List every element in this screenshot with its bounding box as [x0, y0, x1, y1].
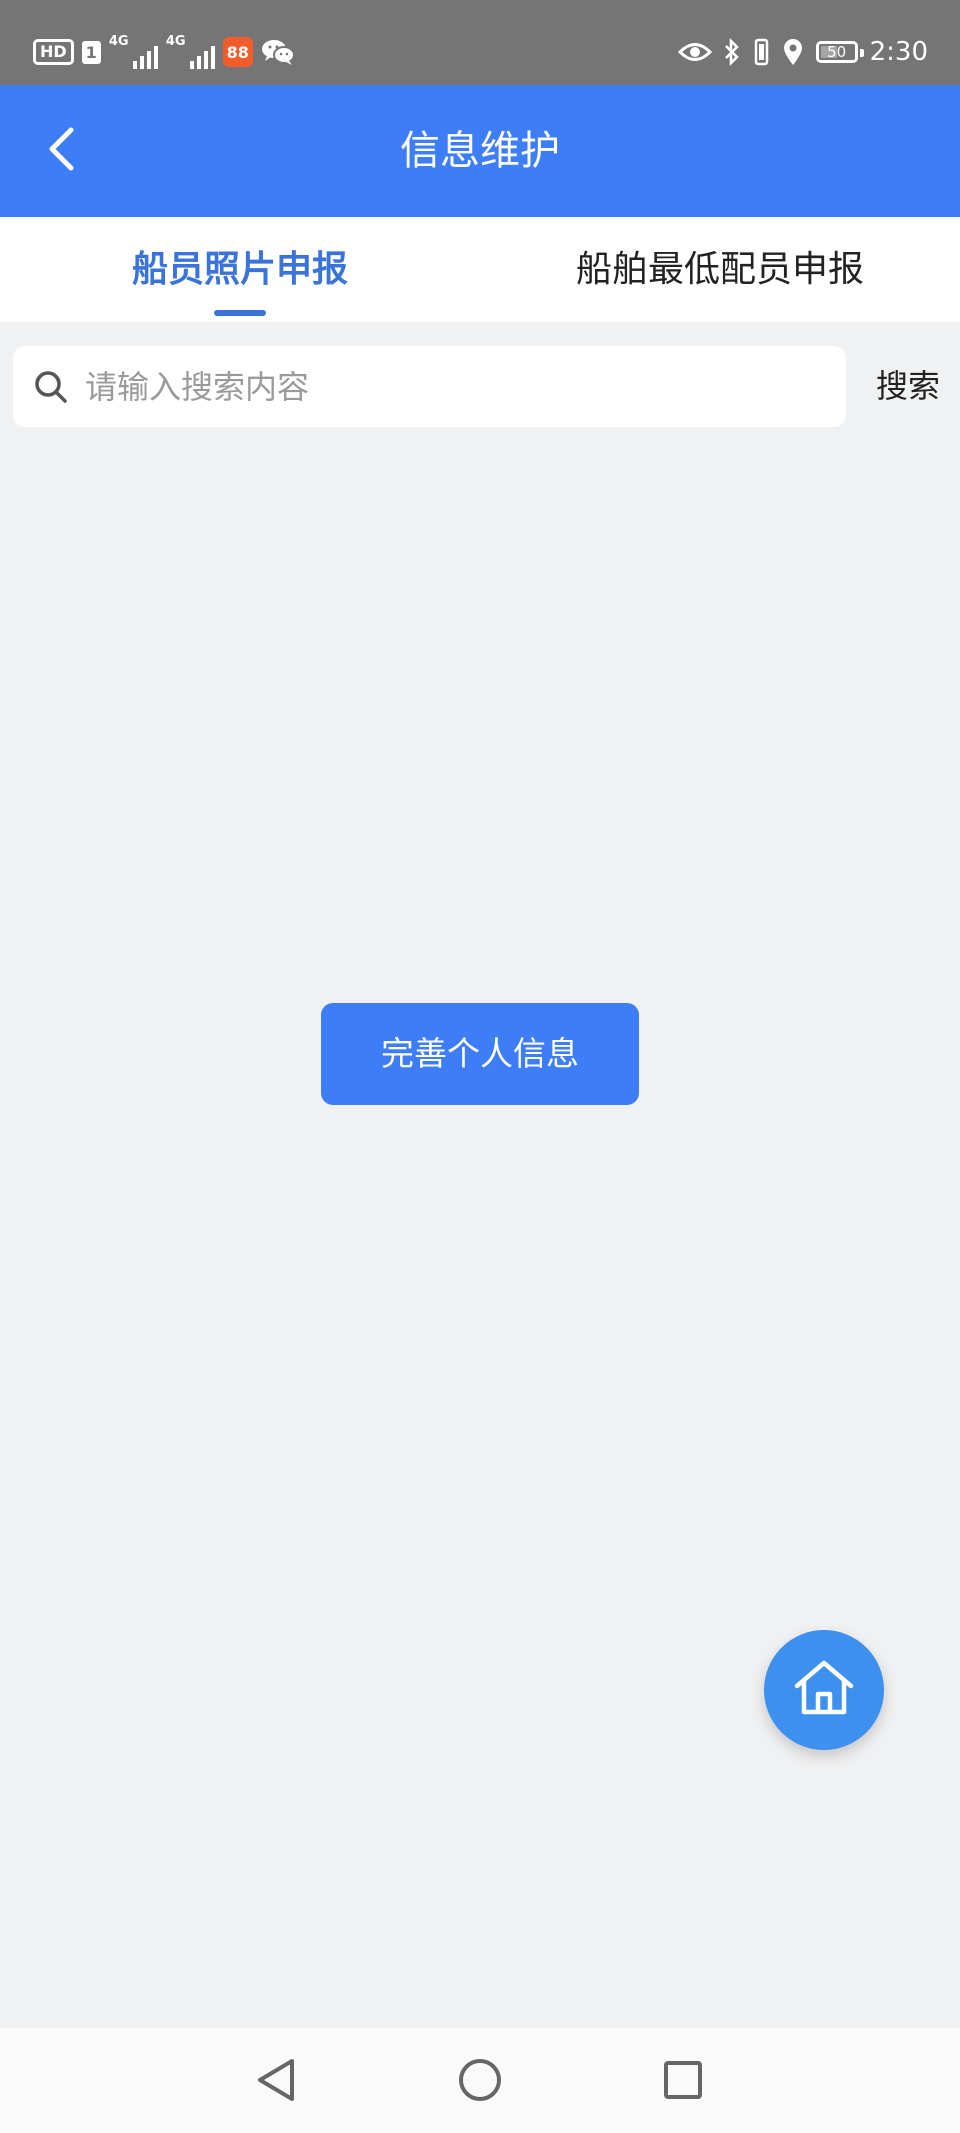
nav-back-button[interactable]	[248, 2054, 304, 2110]
vibrate-icon	[752, 38, 770, 66]
signal-2-icon: 4G	[166, 35, 215, 69]
hd-badge: HD	[33, 39, 74, 65]
network-type-1: 4G	[108, 34, 129, 49]
search-button[interactable]: 搜索	[868, 346, 948, 427]
search-icon	[33, 369, 69, 405]
bluetooth-icon	[724, 38, 740, 66]
home-circle-icon	[457, 2057, 503, 2107]
app-bar: 信息维护	[0, 85, 960, 217]
search-box	[13, 346, 846, 427]
battery-level-text: 50	[827, 43, 847, 61]
eye-icon	[677, 41, 712, 63]
back-triangle-icon	[254, 2057, 298, 2107]
home-fab-button[interactable]	[764, 1630, 884, 1750]
status-right-group: 50 2:30	[677, 32, 928, 72]
wechat-icon	[261, 38, 295, 66]
battery-indicator: 50	[815, 41, 864, 63]
app-notification-badge: 88	[222, 37, 253, 67]
recent-square-icon	[662, 2059, 704, 2105]
home-icon	[793, 1659, 855, 1721]
clock: 2:30	[869, 37, 928, 67]
status-left-group: HD 1 4G 4G 88	[33, 32, 295, 72]
sim-badge: 1	[81, 40, 101, 64]
nav-home-button[interactable]	[452, 2054, 508, 2110]
search-input[interactable]	[83, 366, 827, 407]
tab-bar: 船员照片申报 船舶最低配员申报	[0, 217, 960, 322]
complete-profile-button[interactable]: 完善个人信息	[321, 1003, 639, 1105]
tab-crew-photo-report[interactable]: 船员照片申报	[100, 217, 380, 322]
signal-1-icon: 4G	[109, 35, 158, 69]
nav-recent-button[interactable]	[655, 2054, 711, 2110]
status-bar: HD 1 4G 4G 88 50 2:30	[0, 0, 960, 85]
system-nav-bar	[0, 2028, 960, 2133]
active-tab-indicator	[214, 310, 266, 316]
location-icon	[782, 38, 804, 66]
network-type-2: 4G	[165, 34, 186, 49]
tab-min-crew-report[interactable]: 船舶最低配员申报	[565, 217, 875, 322]
page-title: 信息维护	[400, 128, 560, 174]
